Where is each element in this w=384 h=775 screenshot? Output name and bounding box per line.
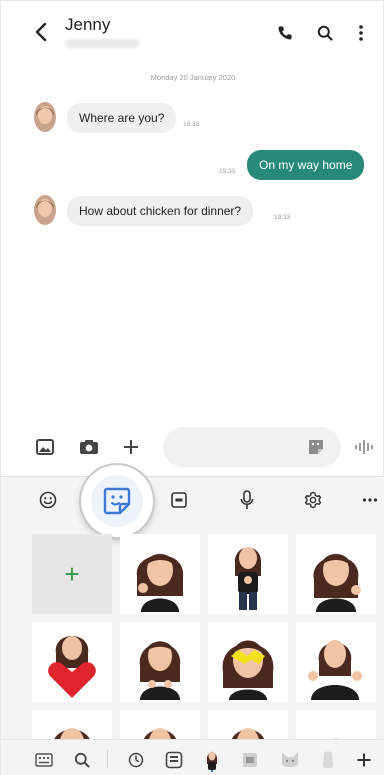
chat-header: Jenny: [1, 1, 384, 61]
gallery-button[interactable]: [35, 437, 55, 457]
search-icon: [74, 752, 90, 768]
back-button[interactable]: [29, 19, 53, 45]
contact-avatar[interactable]: [34, 195, 56, 225]
sticker-pack-tab[interactable]: [279, 749, 301, 771]
sticker-tile[interactable]: [120, 622, 200, 702]
add-sticker-pack-button[interactable]: [353, 749, 375, 771]
pack-icon-2: [323, 751, 333, 769]
recent-stickers-button[interactable]: [125, 749, 147, 771]
avatar-icon: [34, 195, 56, 225]
contact-avatar[interactable]: [34, 102, 56, 132]
keyboard-more-button[interactable]: [358, 488, 382, 512]
sticker-tile[interactable]: [32, 710, 112, 739]
date-divider: Monday 20 January 2020: [150, 73, 236, 82]
more-vertical-icon: [359, 25, 363, 41]
contact-name[interactable]: Jenny: [65, 15, 110, 35]
sticker-attach-button[interactable]: [307, 439, 325, 455]
sticker-pack-tab[interactable]: [163, 749, 185, 771]
ar-emoji-pack-tab[interactable]: [201, 749, 223, 772]
more-horizontal-icon: [362, 498, 378, 502]
waveform-icon: [355, 440, 373, 454]
sticker-tile[interactable]: [120, 710, 200, 739]
plus-icon: [124, 440, 138, 454]
avatar-icon: [34, 102, 56, 132]
settings-icon: [304, 491, 322, 509]
call-button[interactable]: [273, 21, 297, 45]
ar-emoji-sticker-icon: [231, 728, 265, 739]
add-sticker-label: +: [64, 558, 80, 589]
chat-screen: Jenny Monday 20 January 2020 Where are y…: [0, 0, 384, 775]
gif-icon: [171, 492, 187, 508]
divider: [107, 750, 108, 768]
sticker-tab-button[interactable]: [81, 465, 153, 537]
clock-icon: [128, 752, 144, 768]
ar-emoji-sticker-icon: [54, 728, 90, 739]
ar-emoji-sticker-icon: [143, 728, 177, 739]
ar-emoji-sticker-icon: [136, 554, 184, 612]
sticker-grid: +: [30, 534, 376, 739]
ar-emoji-sticker-icon: [313, 554, 361, 612]
sticker-tile[interactable]: [208, 710, 288, 739]
ar-emoji-sticker-icon: [308, 640, 362, 700]
message-bubble-out[interactable]: On my way home: [247, 150, 365, 180]
camera-button[interactable]: [79, 437, 99, 457]
voice-input-button[interactable]: [235, 488, 259, 512]
sticker-tile[interactable]: [208, 622, 288, 702]
message-bubble-in[interactable]: How about chicken for dinner?: [67, 196, 254, 226]
mic-icon: [240, 490, 254, 509]
sticker-tile[interactable]: [296, 710, 376, 739]
keyboard-switch-button[interactable]: [33, 749, 55, 771]
sticker-icon: [309, 440, 323, 454]
composer-bar: [1, 427, 384, 467]
more-options-button[interactable]: [349, 21, 373, 45]
sticker-icon: [103, 487, 131, 515]
sticker-tile[interactable]: [296, 622, 376, 702]
contact-number-blurred: [65, 39, 139, 48]
sparkle-sticker-icon: [334, 738, 338, 739]
voice-recorder-button[interactable]: [353, 437, 375, 457]
plus-icon: [357, 753, 371, 767]
camera-icon: [80, 440, 98, 454]
phone-icon: [278, 26, 292, 40]
search-button[interactable]: [313, 21, 337, 45]
sticker-tile[interactable]: [296, 534, 376, 614]
search-icon: [317, 25, 333, 41]
message-bubble-in[interactable]: Where are you?: [67, 103, 177, 133]
cat-pack-icon: [282, 752, 298, 767]
sticker-tile[interactable]: [208, 534, 288, 614]
ar-emoji-sticker-icon: [48, 636, 96, 698]
sticker-pack-tab[interactable]: [317, 749, 339, 771]
ar-emoji-sticker-icon: [139, 641, 181, 700]
emoji-icon: [39, 491, 57, 509]
sticker-tile[interactable]: [120, 534, 200, 614]
chevron-left-icon: [35, 22, 47, 42]
sticker-tab-inner: [91, 475, 143, 527]
message-time: 19:33: [274, 214, 291, 221]
message-time: 19:33: [183, 121, 200, 128]
gif-button[interactable]: [167, 488, 191, 512]
sticker-tile[interactable]: [32, 622, 112, 702]
gallery-icon: [36, 439, 54, 455]
ar-emoji-sticker-icon: [234, 547, 262, 610]
ar-emoji-icon: [206, 751, 218, 772]
ar-emoji-sticker-icon: [222, 640, 274, 700]
sticker-pack-tab[interactable]: [239, 749, 261, 771]
message-time: 19:33: [219, 168, 236, 175]
emoji-button[interactable]: [36, 488, 60, 512]
attach-button[interactable]: [121, 437, 141, 457]
sticker-search-button[interactable]: [71, 749, 93, 771]
add-sticker-tile[interactable]: +: [32, 534, 112, 614]
sticker-tab-icon: [165, 751, 183, 769]
pack-icon: [243, 753, 257, 767]
keyboard-icon: [35, 753, 53, 767]
keyboard-settings-button[interactable]: [301, 488, 325, 512]
